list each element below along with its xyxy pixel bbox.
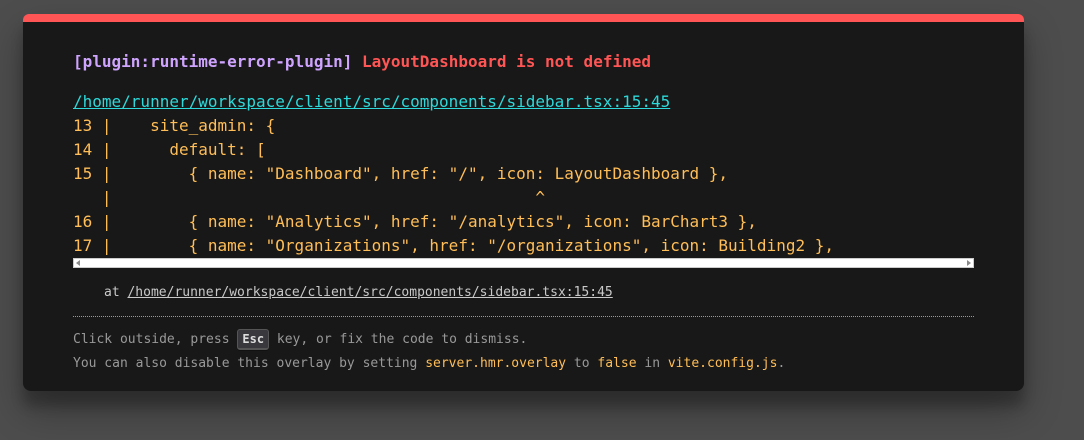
error-message-body: LayoutDashboard is not defined <box>362 52 651 71</box>
plugin-tag: [plugin:runtime-error-plugin] <box>73 52 353 71</box>
config-key-code: server.hmr.overlay <box>425 356 567 371</box>
stack-trace: at /home/runner/workspace/client/src/com… <box>104 284 613 302</box>
code-line-caret: | ^ <box>73 188 546 207</box>
stack-prefix: at <box>104 285 128 300</box>
code-line: 14 | default: [ <box>73 140 266 159</box>
error-file-link[interactable]: /home/runner/workspace/client/src/compon… <box>73 92 670 112</box>
code-frame[interactable]: 13 | site_admin: { 14 | default: [ 15 | … <box>73 114 974 260</box>
disable-overlay-tip: You can also disable this overlay by set… <box>73 353 785 375</box>
code-line: 15 | { name: "Dashboard", href: "/", ico… <box>73 164 729 183</box>
tip-text: Click outside, press <box>73 332 238 347</box>
code-line: 17 | { name: "Organizations", href: "/or… <box>73 236 834 255</box>
code-frame-horizontal-scrollbar[interactable] <box>73 258 974 268</box>
dismiss-tip: Click outside, press Esc key, or fix the… <box>73 329 527 351</box>
code-line: 13 | site_admin: { <box>73 116 276 135</box>
tip-text: in <box>636 356 668 371</box>
tip-text: to <box>566 356 598 371</box>
config-file-code: vite.config.js <box>667 356 778 371</box>
config-value-code: false <box>597 356 637 371</box>
error-message: [plugin:runtime-error-plugin] LayoutDash… <box>73 52 651 72</box>
tip-text: You can also disable this overlay by set… <box>73 356 426 371</box>
divider <box>73 316 974 317</box>
tip-text: . <box>777 356 786 371</box>
code-line: 16 | { name: "Analytics", href: "/analyt… <box>73 212 757 231</box>
tip-text: key, or fix the code to dismiss. <box>269 332 528 347</box>
stack-file-link[interactable]: /home/runner/workspace/client/src/compon… <box>127 285 612 300</box>
scroll-right-arrow-icon[interactable] <box>967 260 971 266</box>
error-overlay-window: [plugin:runtime-error-plugin] LayoutDash… <box>23 14 1024 391</box>
esc-key-badge: Esc <box>237 329 270 350</box>
scroll-left-arrow-icon[interactable] <box>76 260 80 266</box>
